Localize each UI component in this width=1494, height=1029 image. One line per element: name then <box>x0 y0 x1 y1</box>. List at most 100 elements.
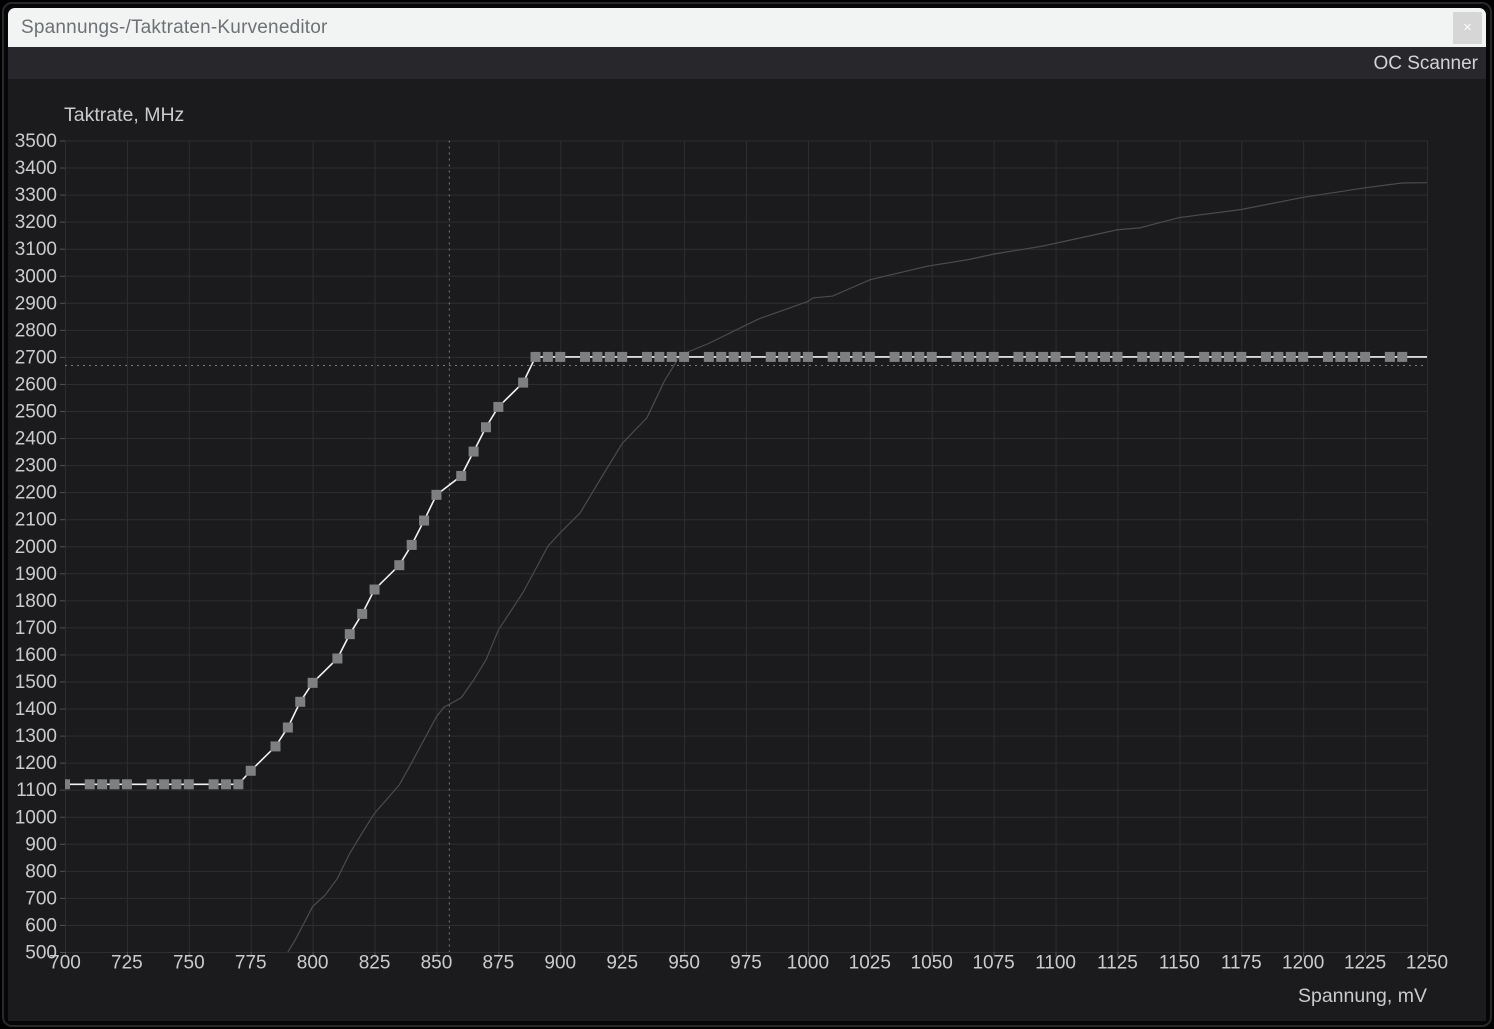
vf-point-handle[interactable] <box>703 351 714 362</box>
vf-point-handle[interactable] <box>530 351 541 362</box>
vf-point-handle[interactable] <box>1322 351 1333 362</box>
vf-point-handle[interactable] <box>580 351 591 362</box>
titlebar[interactable]: Spannungs-/Taktraten-Kurveneditor × <box>8 8 1486 47</box>
vf-point-handle[interactable] <box>159 779 170 790</box>
vf-point-handle[interactable] <box>914 351 925 362</box>
vf-point-handle[interactable] <box>901 351 912 362</box>
vf-point-handle[interactable] <box>1161 351 1172 362</box>
vf-point-handle[interactable] <box>245 765 256 776</box>
vf-point-handle[interactable] <box>1298 351 1309 362</box>
y-tick-label: 700 <box>25 888 57 909</box>
vf-point-handle[interactable] <box>1236 351 1247 362</box>
vf-point-handle[interactable] <box>840 351 851 362</box>
vf-point-handle[interactable] <box>419 515 430 526</box>
vf-point-handle[interactable] <box>518 377 529 388</box>
vf-point-handle[interactable] <box>1273 351 1284 362</box>
close-button[interactable]: × <box>1453 11 1482 44</box>
vf-point-handle[interactable] <box>641 351 652 362</box>
vf-point-handle[interactable] <box>1211 351 1222 362</box>
vf-point-handle[interactable] <box>1149 351 1160 362</box>
vf-point-handle[interactable] <box>357 608 368 619</box>
vf-point-handle[interactable] <box>778 351 789 362</box>
vf-point-handle[interactable] <box>344 629 355 640</box>
vf-point-handle[interactable] <box>1347 351 1358 362</box>
vf-point-handle[interactable] <box>1261 351 1272 362</box>
vf-point-handle[interactable] <box>889 351 900 362</box>
vf-point-handle[interactable] <box>1137 351 1148 362</box>
vf-point-handle[interactable] <box>1025 351 1036 362</box>
vf-point-handle[interactable] <box>1285 351 1296 362</box>
vf-point-handle[interactable] <box>728 351 739 362</box>
vf-point-handle[interactable] <box>741 351 751 362</box>
vf-point-handle[interactable] <box>480 422 491 433</box>
vf-point-handle[interactable] <box>542 351 553 362</box>
vf-point-handle[interactable] <box>84 779 95 790</box>
vf-point-handle[interactable] <box>1100 351 1111 362</box>
vf-point-handle[interactable] <box>1050 351 1061 362</box>
vf-point-handle[interactable] <box>852 351 863 362</box>
vf-point-handle[interactable] <box>765 351 776 362</box>
vf-point-handle[interactable] <box>1223 351 1234 362</box>
vf-point-handle[interactable] <box>1360 351 1371 362</box>
x-tick-label: 875 <box>483 953 515 974</box>
x-tick-label: 1225 <box>1344 953 1386 974</box>
vf-point-handle[interactable] <box>1384 351 1395 362</box>
vf-point-handle[interactable] <box>220 779 231 790</box>
vf-point-handle[interactable] <box>951 351 962 362</box>
vf-point-handle[interactable] <box>394 560 405 571</box>
vf-point-handle[interactable] <box>1199 351 1210 362</box>
vf-point-handle[interactable] <box>493 401 504 412</box>
vf-point-handle[interactable] <box>406 539 417 550</box>
vf-point-handle[interactable] <box>146 779 157 790</box>
vf-point-handle[interactable] <box>716 351 727 362</box>
oc-scanner-button[interactable]: OC Scanner <box>1373 54 1478 73</box>
vf-point-handle[interactable] <box>332 653 343 664</box>
vf-point-handle[interactable] <box>1013 351 1024 362</box>
vf-point-handle[interactable] <box>1087 351 1098 362</box>
vf-point-handle[interactable] <box>295 696 306 707</box>
y-tick-label: 3500 <box>15 131 57 152</box>
vf-point-handle[interactable] <box>270 741 281 752</box>
vf-point-handle[interactable] <box>282 722 293 733</box>
vf-point-handle[interactable] <box>183 779 194 790</box>
vf-point-handle[interactable] <box>604 351 615 362</box>
vf-point-handle[interactable] <box>1112 351 1123 362</box>
vf-point-handle[interactable] <box>617 351 628 362</box>
vf-point-handle[interactable] <box>827 351 838 362</box>
vf-point-handle[interactable] <box>468 446 479 457</box>
vf-point-handle[interactable] <box>864 351 875 362</box>
vf-point-handle[interactable] <box>307 677 318 688</box>
vf-point-handle[interactable] <box>431 489 442 500</box>
vf-point-handle[interactable] <box>802 351 813 362</box>
x-tick-label: 725 <box>111 953 143 974</box>
vf-point-handle[interactable] <box>109 779 120 790</box>
vf-point-handle[interactable] <box>171 779 182 790</box>
vf-point-handle[interactable] <box>592 351 603 362</box>
vf-point-handle[interactable] <box>666 351 677 362</box>
vf-point-handle[interactable] <box>654 351 665 362</box>
vf-point-handle[interactable] <box>976 351 987 362</box>
vf-point-handle[interactable] <box>121 779 132 790</box>
vf-point-handle[interactable] <box>1075 351 1086 362</box>
vf-point-handle[interactable] <box>1397 351 1408 362</box>
vf-point-handle[interactable] <box>679 351 690 362</box>
vf-point-handle[interactable] <box>988 351 999 362</box>
y-tick-label: 1600 <box>15 645 57 666</box>
vf-point-handle[interactable] <box>1174 351 1185 362</box>
vf-point-handle[interactable] <box>208 779 219 790</box>
vf-curve-chart[interactable]: 3500 3400 3300 3200 3100 3000 2900 2800 2700 2600… <box>8 79 1486 1021</box>
vf-point-handle[interactable] <box>555 351 566 362</box>
vf-point-handle[interactable] <box>926 351 937 362</box>
vf-point-handle[interactable] <box>369 584 380 595</box>
y-tick-label: 2600 <box>15 374 57 395</box>
vf-point-handle[interactable] <box>790 351 801 362</box>
vf-point-handle[interactable] <box>1038 351 1049 362</box>
vf-point-handle[interactable] <box>963 351 974 362</box>
vf-point-handle[interactable] <box>60 779 70 790</box>
vf-point-handle[interactable] <box>1335 351 1346 362</box>
vf-point-handle[interactable] <box>233 779 244 790</box>
vf-point-handle[interactable] <box>97 779 108 790</box>
y-tick-label: 1900 <box>15 564 57 585</box>
chart-area: 3500 3400 3300 3200 3100 3000 2900 2800 2700 2600… <box>8 79 1486 1021</box>
vf-point-handle[interactable] <box>456 470 467 481</box>
